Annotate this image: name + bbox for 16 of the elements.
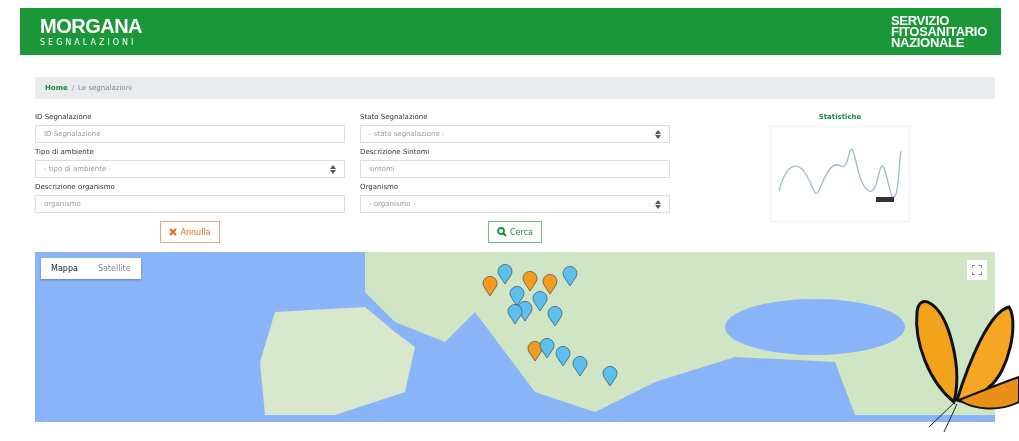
search-button[interactable]: Cerca	[488, 221, 542, 243]
logo-subtitle: SEGNALAZIONI	[40, 38, 138, 47]
updown-caret-icon	[655, 199, 661, 209]
fullscreen-icon	[972, 265, 982, 275]
agency-name-line: SERVIZIO	[891, 15, 950, 26]
updown-caret-icon	[330, 164, 336, 174]
map-type-tab[interactable]: Satellite	[87, 258, 141, 279]
cancel-button[interactable]: Annulla	[160, 221, 220, 243]
logo-text: MORGANA	[40, 16, 143, 36]
fullscreen-button[interactable]	[967, 260, 987, 280]
updown-caret-icon	[655, 129, 661, 139]
map-type-tab[interactable]: Mappa	[41, 258, 88, 279]
close-icon	[169, 228, 178, 236]
agency-name-line: FITOSANITARIO	[891, 26, 987, 37]
search-icon	[497, 227, 508, 237]
agency-name-line: NAZIONALE	[891, 37, 965, 48]
